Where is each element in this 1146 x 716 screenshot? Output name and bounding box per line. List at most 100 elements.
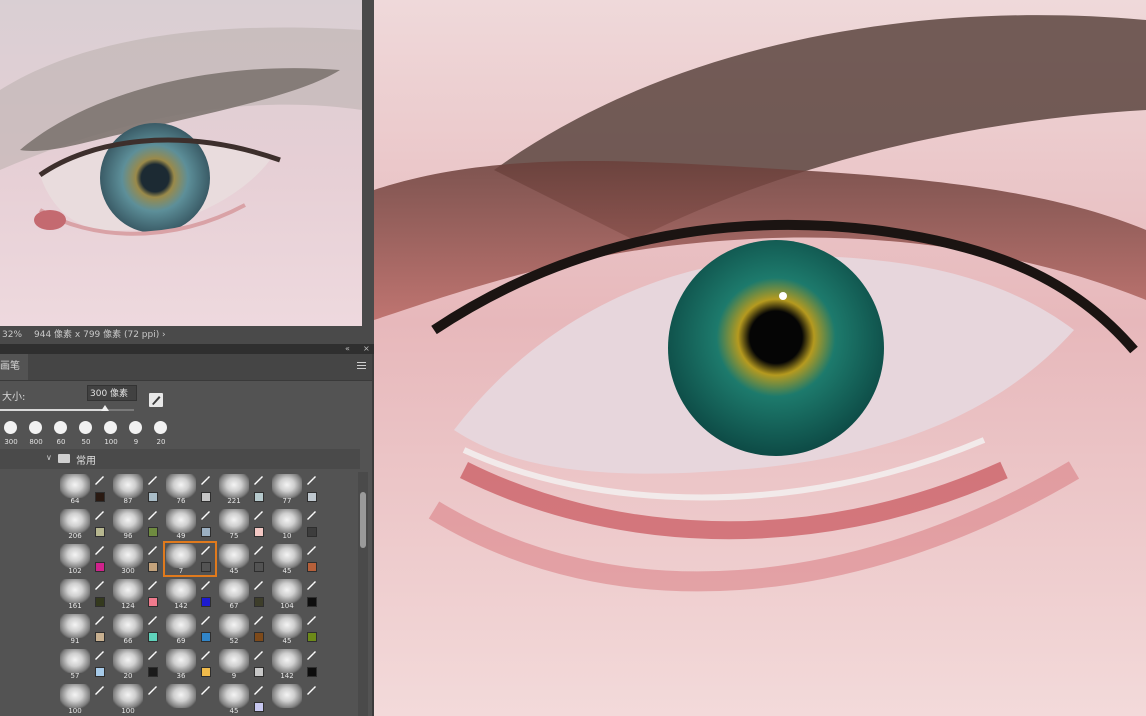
brush-color-swatch bbox=[307, 527, 317, 537]
collapse-panels-icon[interactable]: « bbox=[345, 344, 350, 353]
brush-color-swatch bbox=[201, 562, 211, 572]
brush-tool-icon bbox=[147, 510, 157, 520]
brush-preset[interactable]: 66 bbox=[111, 612, 163, 646]
chevron-down-icon[interactable]: ∨ bbox=[46, 453, 52, 462]
brush-size-label: 45 bbox=[229, 707, 239, 715]
brush-tool-icon bbox=[200, 475, 210, 485]
brush-preset[interactable]: 64 bbox=[58, 472, 110, 506]
brush-preset[interactable]: 161 bbox=[58, 577, 110, 611]
brush-size-label: 67 bbox=[229, 602, 239, 610]
brush-preset[interactable]: 104 bbox=[270, 577, 322, 611]
brush-stroke-thumbnail bbox=[219, 684, 249, 708]
tab-brushes[interactable]: 画笔 bbox=[0, 354, 28, 380]
brush-size-label: 96 bbox=[123, 532, 133, 540]
brush-preset[interactable]: 100 bbox=[111, 682, 163, 716]
brush-preset[interactable]: 91 bbox=[58, 612, 110, 646]
brush-stroke-thumbnail bbox=[219, 579, 249, 603]
brush-preset-size: 300 bbox=[4, 438, 18, 446]
brush-preset[interactable]: 77 bbox=[270, 472, 322, 506]
brush-stroke-thumbnail bbox=[113, 474, 143, 498]
brush-folder-common[interactable]: ∨ 常用 bbox=[0, 449, 360, 469]
size-slider-thumb[interactable] bbox=[100, 405, 109, 411]
brush-tip-icon bbox=[154, 421, 167, 434]
brush-preset[interactable]: 69 bbox=[164, 612, 216, 646]
zoom-level[interactable]: 32% bbox=[2, 326, 22, 344]
brush-preset[interactable]: 142 bbox=[270, 647, 322, 681]
brush-preset[interactable]: 300 bbox=[0, 418, 22, 446]
brush-tip-icon bbox=[54, 421, 67, 434]
panel-tab-bar: 画笔 bbox=[0, 354, 372, 381]
brush-preset[interactable]: 9 bbox=[125, 418, 147, 446]
brush-preset[interactable]: 96 bbox=[111, 507, 163, 541]
brush-tool-icon bbox=[147, 545, 157, 555]
brush-preset[interactable]: 9 bbox=[217, 647, 269, 681]
brush-preset[interactable]: 124 bbox=[111, 577, 163, 611]
brush-preset[interactable]: 20 bbox=[111, 647, 163, 681]
brush-preset[interactable]: 50 bbox=[75, 418, 97, 446]
scrollbar-thumb[interactable] bbox=[360, 492, 366, 548]
brush-preset[interactable]: 57 bbox=[58, 647, 110, 681]
panel-menu-icon[interactable] bbox=[357, 362, 366, 370]
size-slider-fill bbox=[0, 409, 105, 411]
brush-preset[interactable]: 221 bbox=[217, 472, 269, 506]
brush-preset[interactable]: 75 bbox=[217, 507, 269, 541]
brush-tool-icon bbox=[306, 650, 316, 660]
brush-tool-icon bbox=[200, 685, 210, 695]
brush-settings-icon[interactable] bbox=[149, 393, 163, 407]
brush-size-label: 45 bbox=[229, 567, 239, 575]
brush-tool-icon bbox=[147, 650, 157, 660]
brush-size-label: 75 bbox=[229, 532, 239, 540]
brush-size-label: 20 bbox=[123, 672, 133, 680]
brush-preset[interactable]: 800 bbox=[25, 418, 47, 446]
brush-tool-icon bbox=[200, 510, 210, 520]
size-slider[interactable] bbox=[0, 405, 134, 411]
brush-preset[interactable]: 10 bbox=[270, 507, 322, 541]
brush-preset[interactable]: 67 bbox=[217, 577, 269, 611]
brush-preset[interactable]: 36 bbox=[164, 647, 216, 681]
brush-tool-icon bbox=[200, 650, 210, 660]
brush-size-label: 300 bbox=[121, 567, 135, 575]
brush-stroke-thumbnail bbox=[219, 544, 249, 568]
brush-preset[interactable]: 45 bbox=[270, 542, 322, 576]
brush-preset[interactable]: 49 bbox=[164, 507, 216, 541]
brush-preset[interactable]: 100 bbox=[58, 682, 110, 716]
brush-preset[interactable]: 206 bbox=[58, 507, 110, 541]
brush-color-swatch bbox=[95, 562, 105, 572]
brush-color-swatch bbox=[254, 492, 264, 502]
brush-stroke-thumbnail bbox=[272, 544, 302, 568]
brush-preset[interactable]: 100 bbox=[100, 418, 122, 446]
brush-size-label: 100 bbox=[121, 707, 135, 715]
brush-preset[interactable]: 142 bbox=[164, 577, 216, 611]
size-input[interactable]: 300 像素 bbox=[87, 385, 137, 401]
brush-stroke-thumbnail bbox=[113, 649, 143, 673]
brush-size-label: 142 bbox=[280, 672, 294, 680]
brush-color-swatch bbox=[201, 597, 211, 607]
brush-tool-icon bbox=[306, 545, 316, 555]
brush-color-swatch bbox=[201, 632, 211, 642]
brush-tool-icon bbox=[94, 650, 104, 660]
brush-preset[interactable]: 300 bbox=[111, 542, 163, 576]
brush-preset[interactable]: 7 bbox=[163, 541, 217, 577]
brush-list-scrollbar[interactable] bbox=[358, 472, 368, 716]
brush-preset[interactable]: 60 bbox=[50, 418, 72, 446]
brush-preset[interactable] bbox=[270, 682, 322, 716]
brush-stroke-thumbnail bbox=[219, 614, 249, 638]
brush-preset[interactable]: 45 bbox=[270, 612, 322, 646]
brush-preset[interactable]: 45 bbox=[217, 682, 269, 716]
brush-tool-icon bbox=[94, 545, 104, 555]
status-arrow-icon[interactable]: › bbox=[162, 326, 166, 344]
brush-size-label: 76 bbox=[176, 497, 186, 505]
brush-stroke-thumbnail bbox=[60, 614, 90, 638]
brush-color-swatch bbox=[201, 527, 211, 537]
canvas-painting[interactable] bbox=[374, 0, 1146, 716]
brush-color-swatch bbox=[95, 527, 105, 537]
brush-preset[interactable]: 45 bbox=[217, 542, 269, 576]
close-panel-icon[interactable]: × bbox=[363, 344, 370, 353]
brush-preset[interactable]: 76 bbox=[164, 472, 216, 506]
brush-preset[interactable]: 20 bbox=[150, 418, 172, 446]
brush-tool-icon bbox=[253, 685, 263, 695]
brush-preset[interactable] bbox=[164, 682, 216, 716]
brush-preset[interactable]: 87 bbox=[111, 472, 163, 506]
brush-preset[interactable]: 52 bbox=[217, 612, 269, 646]
brush-preset[interactable]: 102 bbox=[58, 542, 110, 576]
